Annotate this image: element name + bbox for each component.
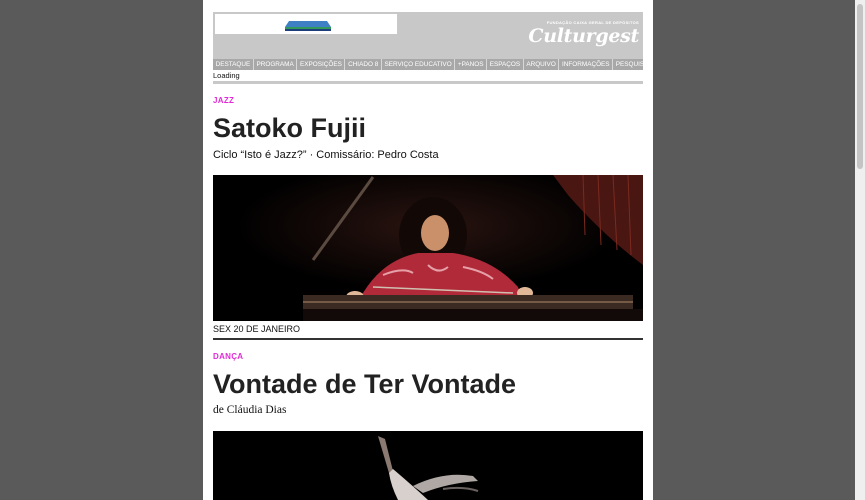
loading-text: Loading (213, 71, 240, 80)
pianist-photo (213, 175, 643, 321)
dancer-photo (213, 431, 643, 500)
vertical-scrollbar[interactable] (855, 0, 865, 500)
event-category[interactable]: JAZZ (213, 96, 234, 105)
scrollbar-thumb[interactable] (857, 4, 863, 169)
logo-banner[interactable] (215, 14, 397, 34)
site-header: FUNDAÇÃO CAIXA GERAL DE DEPÓSITOS Cultur… (213, 12, 643, 59)
divider (213, 81, 643, 84)
page-content: FUNDAÇÃO CAIXA GERAL DE DEPÓSITOS Cultur… (203, 0, 653, 500)
nav-item-informacoes[interactable]: INFORMAÇÕES (559, 59, 614, 70)
brand-logo[interactable]: Culturgest (528, 25, 639, 47)
event-title[interactable]: Satoko Fujii (213, 113, 366, 144)
event-photo[interactable] (213, 431, 643, 500)
nav-item-pesquisar[interactable]: PESQUISAR (613, 59, 653, 70)
main-nav: DESTAQUE PROGRAMA EXPOSIÇÕES CHIADO 8 SE… (213, 59, 653, 70)
nav-item-panos[interactable]: +PANOS (455, 59, 488, 70)
logo-icon (285, 21, 331, 31)
nav-item-servico-educativo[interactable]: SERVIÇO EDUCATIVO (382, 59, 456, 70)
nav-item-programa[interactable]: PROGRAMA (254, 59, 298, 70)
event-date: SEX 20 DE JANEIRO (213, 324, 301, 334)
nav-item-destaque[interactable]: DESTAQUE (213, 59, 254, 70)
event-subtitle: de Cláudia Dias (213, 404, 287, 416)
divider (213, 338, 643, 340)
nav-item-exposicoes[interactable]: EXPOSIÇÕES (297, 59, 346, 70)
event-title[interactable]: Vontade de Ter Vontade (213, 369, 516, 400)
event-category[interactable]: DANÇA (213, 352, 243, 361)
event-photo[interactable] (213, 175, 643, 321)
nav-item-chiado-8[interactable]: CHIADO 8 (345, 59, 382, 70)
nav-item-arquivo[interactable]: ARQUIVO (524, 59, 560, 70)
event-subtitle: Ciclo “Isto é Jazz?” · Comissário: Pedro… (213, 149, 439, 161)
nav-item-espacos[interactable]: ESPAÇOS (487, 59, 524, 70)
